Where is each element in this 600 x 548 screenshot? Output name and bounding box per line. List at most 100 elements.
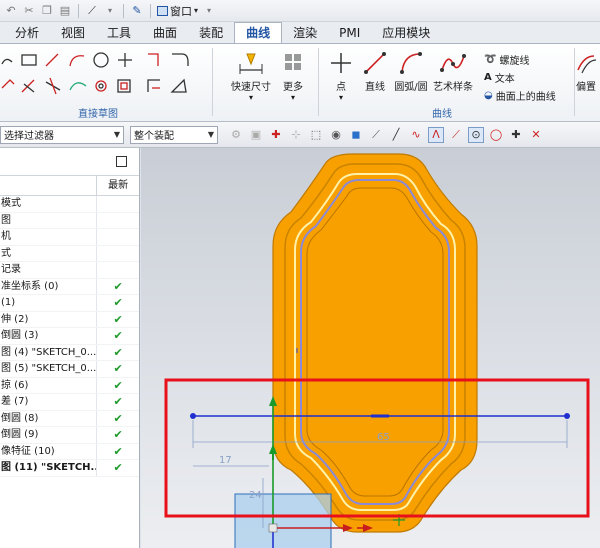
navigator-row[interactable]: 式 xyxy=(0,245,139,262)
paste-icon[interactable]: ▤ xyxy=(58,4,72,18)
quick-dimension-label: 快速尺寸 xyxy=(231,82,271,93)
line-snap-icon[interactable]: ╱ xyxy=(388,127,404,143)
up-to-date-check-icon: ✔ xyxy=(113,428,123,442)
tab-8[interactable]: 应用模块 xyxy=(371,23,441,43)
dimension-horizontal-label[interactable]: 65 xyxy=(377,432,390,443)
window-menu-label: 窗口 xyxy=(170,4,192,18)
arc-circle-button[interactable]: 圆弧/圆 xyxy=(388,50,434,93)
dimension-vertical-label[interactable]: 24 xyxy=(249,490,262,501)
touch-mode-icon[interactable]: ✎ xyxy=(130,4,144,18)
copy-icon[interactable]: ❐ xyxy=(40,4,54,18)
feature-name: 伸 (2) xyxy=(0,311,98,327)
intersection-snap-icon[interactable]: ✚ xyxy=(508,127,524,143)
endpoint-snap-icon[interactable]: ᐱ xyxy=(428,126,444,143)
ribbon-body: 直接草图 快速尺寸 ▾ 更多 ▾ 点 ▾ 直线 圆弧/圆 艺术样条 ➰ 螺旋线 … xyxy=(0,44,600,122)
cut-icon[interactable]: ✂ xyxy=(22,4,36,18)
navigator-row[interactable]: 伸 (2) ✔ xyxy=(0,311,139,328)
midpoint-snap-icon[interactable]: ⟋ xyxy=(448,127,464,143)
navigator-row[interactable]: 记录 xyxy=(0,262,139,279)
curve-group-label: 曲线 xyxy=(432,109,452,120)
layer-icon[interactable]: ◉ xyxy=(328,127,344,143)
rectangle-select-icon[interactable]: ⬚ xyxy=(308,127,324,143)
window-menu[interactable]: 窗口 ▾ xyxy=(157,3,198,19)
latest-column-header[interactable]: 最新 xyxy=(97,176,139,195)
navigator-row[interactable]: (1) ✔ xyxy=(0,295,139,312)
navigator-row[interactable]: 掠 (6) ✔ xyxy=(0,377,139,394)
helix-icon: ➰ xyxy=(484,54,497,65)
more-button[interactable]: 更多 ▾ xyxy=(270,50,316,102)
select-body-icon[interactable]: ▣ xyxy=(248,127,264,143)
feature-name: 差 (7) xyxy=(0,394,98,410)
model-viewport[interactable]: 65 17 24 xyxy=(141,148,600,548)
customize-icon[interactable]: ▾ xyxy=(202,4,216,18)
helix-button[interactable]: ➰ 螺旋线 xyxy=(484,52,529,67)
curve-snap-icon[interactable]: ⟋ xyxy=(368,127,384,143)
quadrant-snap-icon[interactable]: ◯ xyxy=(488,127,504,143)
chevron-down-icon: ▾ xyxy=(290,93,295,102)
solid-view-icon[interactable]: ◼ xyxy=(348,127,364,143)
quick-dimension-button[interactable]: 快速尺寸 ▾ xyxy=(228,50,274,102)
quick-access-toolbar: ↶ ✂ ❐ ▤ ⟋ ▾ ✎ 窗口 ▾ ▾ xyxy=(0,0,600,22)
assembly-scope-dropdown[interactable]: 整个装配 ▼ xyxy=(130,125,218,144)
navigator-row[interactable]: 倒圆 (3) ✔ xyxy=(0,328,139,345)
navigator-row[interactable]: 图 xyxy=(0,212,139,229)
tab-0[interactable]: 分析 xyxy=(4,23,50,43)
part-model[interactable] xyxy=(272,153,478,533)
offset-button[interactable]: 偏置 xyxy=(572,50,600,93)
up-to-date-check-icon: ✔ xyxy=(113,345,123,359)
undo-icon[interactable]: ↶ xyxy=(4,4,18,18)
sketch-plane[interactable] xyxy=(234,493,332,548)
more-label: 更多 xyxy=(283,82,303,93)
name-column-header[interactable] xyxy=(0,176,98,195)
tab-6[interactable]: 渲染 xyxy=(282,23,328,43)
tab-4[interactable]: 装配 xyxy=(188,23,234,43)
studio-spline-button[interactable]: 艺术样条 xyxy=(430,50,476,93)
line-tool-icon[interactable]: ⟋ xyxy=(85,4,99,18)
window-icon xyxy=(157,5,168,16)
feature-name: 准坐标系 (0) xyxy=(0,278,98,294)
text-label: 文本 xyxy=(494,74,515,85)
select-feature-icon[interactable]: ⚙ xyxy=(228,127,244,143)
feature-name: 倒圆 (3) xyxy=(0,328,98,344)
tab-7[interactable]: PMI xyxy=(328,23,371,43)
existing-point-snap-icon[interactable]: ✕ xyxy=(528,127,544,143)
spline-icon xyxy=(440,54,466,72)
curve-on-surface-button[interactable]: ◒ 曲面上的曲线 xyxy=(484,88,556,103)
feature-name: 模式 xyxy=(0,196,98,212)
selection-filter-value: 选择过滤器 xyxy=(4,131,54,142)
text-button[interactable]: A 文本 xyxy=(484,70,515,85)
navigator-row[interactable]: 图 (4) "SKETCH_0... ✔ xyxy=(0,344,139,361)
navigator-row[interactable]: 模式 xyxy=(0,196,139,213)
navigator-row[interactable]: 图 (5) "SKETCH_0... ✔ xyxy=(0,361,139,378)
chevron-down-icon: ▼ xyxy=(207,130,214,139)
feature-name: 倒圆 (9) xyxy=(0,427,98,443)
maximize-icon[interactable] xyxy=(116,156,127,167)
center-snap-icon[interactable]: ⊙ xyxy=(468,126,484,143)
line-label: 直线 xyxy=(365,82,385,93)
tab-5[interactable]: 曲线 xyxy=(234,22,283,43)
part-navigator: 最新 模式图机式记录 准坐标系 (0) ✔ (1) ✔ 伸 (2) ✔ 倒圆 (3) ✔ 图 (4… xyxy=(0,148,140,548)
snap-options-icon[interactable]: ⊹ xyxy=(288,127,304,143)
navigator-row[interactable]: 差 (7) ✔ xyxy=(0,394,139,411)
navigator-row[interactable]: 像特征 (10) ✔ xyxy=(0,443,139,460)
tab-2[interactable]: 工具 xyxy=(96,23,142,43)
sketch-tools-icons[interactable] xyxy=(0,50,220,102)
offset-label: 偏置 xyxy=(576,82,596,93)
feature-name: 图 (11) "SKETCH... xyxy=(0,460,98,476)
dimension-left-label[interactable]: 17 xyxy=(219,455,232,466)
navigator-row[interactable]: 倒圆 (8) ✔ xyxy=(0,410,139,427)
tab-1[interactable]: 视图 xyxy=(50,23,96,43)
navigator-row[interactable]: 机 xyxy=(0,229,139,246)
tangent-snap-icon[interactable]: ∿ xyxy=(408,127,424,143)
selection-filter-dropdown[interactable]: 选择过滤器 ▼ xyxy=(0,125,124,144)
navigator-row[interactable]: 准坐标系 (0) ✔ xyxy=(0,278,139,295)
navigator-row[interactable]: 图 (11) "SKETCH... ✔ xyxy=(0,460,139,477)
dropdown-arrow-icon[interactable]: ▾ xyxy=(103,4,117,18)
snap-point-icon[interactable]: ✚ xyxy=(268,127,284,143)
helix-label: 螺旋线 xyxy=(499,56,530,67)
graphics-window[interactable]: 65 17 24 xyxy=(141,148,600,548)
tab-3[interactable]: 曲面 xyxy=(142,23,188,43)
navigator-row[interactable]: 倒圆 (9) ✔ xyxy=(0,427,139,444)
feature-name: 机 xyxy=(0,229,98,245)
up-to-date-check-icon: ✔ xyxy=(113,444,123,458)
